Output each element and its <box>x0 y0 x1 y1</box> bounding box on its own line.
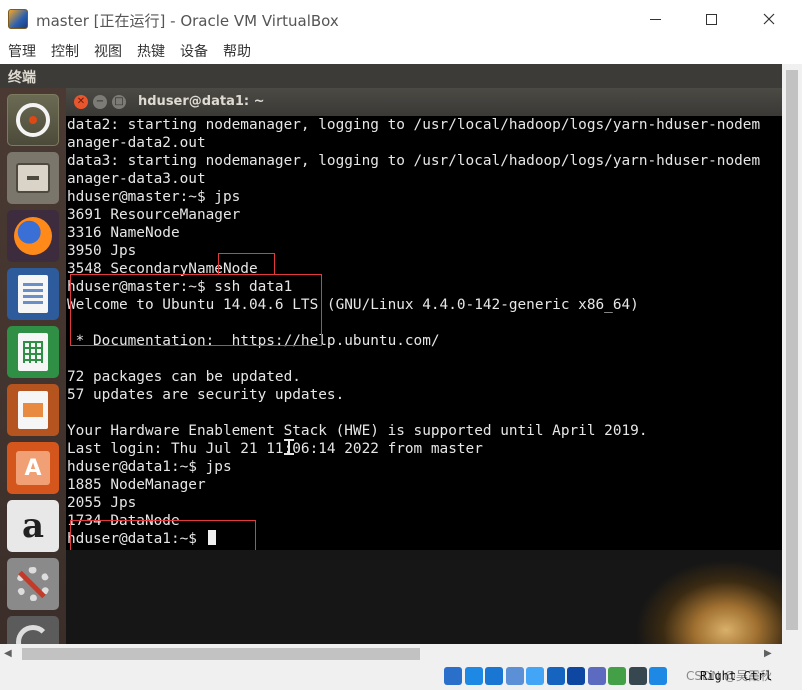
calc-spreadsheet-icon <box>18 333 48 371</box>
minimize-button[interactable] <box>632 4 678 34</box>
close-icon <box>763 13 775 25</box>
terminal-close-button[interactable]: ✕ <box>74 95 88 109</box>
terminal-line: hduser@data1:~$ jps <box>67 459 232 475</box>
status-bar: CSDN @吴霞秋 Right Ctrl <box>0 664 802 690</box>
optical-drive-icon[interactable] <box>464 667 483 685</box>
terminal-maximize-button[interactable]: □ <box>112 95 126 109</box>
mouse-ibeam-cursor-icon <box>284 438 294 456</box>
terminal-line: hduser@master:~$ jps <box>67 189 241 205</box>
launcher-system-settings[interactable] <box>7 558 59 610</box>
terminal-line: data2: starting nodemanager, logging to … <box>67 117 761 133</box>
host-key-indicator[interactable]: Right Ctrl <box>700 669 772 683</box>
terminal-line: anager-data2.out <box>67 135 206 151</box>
terminal-line: hduser@master:~$ ssh data1 <box>67 279 293 295</box>
terminal-line: 3316 NameNode <box>67 225 180 241</box>
terminal-line: data3: starting nodemanager, logging to … <box>67 153 761 169</box>
terminal-line: 2055 Jps <box>67 495 137 511</box>
virtualization-icon[interactable] <box>608 667 626 685</box>
vertical-scrollbar[interactable] <box>782 64 802 644</box>
terminal-line: 1734 DataNode <box>67 513 180 529</box>
menu-item-help[interactable]: 帮助 <box>223 41 251 61</box>
ubuntu-logo-icon <box>16 103 50 137</box>
video-capture-icon[interactable] <box>587 667 606 685</box>
terminal-line: 72 packages can be updated. <box>67 369 301 385</box>
window-title: master [正在运行] - Oracle VM VirtualBox <box>36 12 339 30</box>
close-icon: ✕ <box>76 96 86 107</box>
hard-disk-icon[interactable] <box>444 667 462 685</box>
terminal-cursor <box>207 530 216 545</box>
menu-item-devices[interactable]: 设备 <box>180 41 208 61</box>
terminal-line: anager-data3.out <box>67 171 206 187</box>
shopping-bag-icon: A <box>16 451 50 485</box>
terminal-output[interactable]: data2: starting nodemanager, logging to … <box>66 116 782 550</box>
horizontal-scrollbar-thumb[interactable] <box>22 648 420 660</box>
usb-icon[interactable] <box>526 667 544 685</box>
launcher-calc[interactable] <box>7 326 59 378</box>
scroll-right-arrow-icon[interactable]: ▶ <box>764 648 772 659</box>
menu-item-control[interactable]: 控制 <box>51 41 79 61</box>
launcher-amazon[interactable]: a <box>7 500 59 552</box>
scroll-left-arrow-icon[interactable]: ◀ <box>4 648 12 659</box>
launcher-files[interactable] <box>7 152 59 204</box>
terminal-line: Welcome to Ubuntu 14.04.6 LTS (GNU/Linux… <box>67 297 639 313</box>
audio-icon[interactable] <box>485 667 503 685</box>
terminal-minimize-button[interactable]: − <box>93 95 107 109</box>
terminal-prompt: hduser@data1:~$ <box>67 531 206 547</box>
terminal-line: 57 updates are security updates. <box>67 387 345 403</box>
firefox-icon <box>14 217 52 255</box>
device-status-icons <box>444 667 670 685</box>
writer-document-icon <box>18 275 48 313</box>
keyboard-icon[interactable] <box>649 667 667 685</box>
update-arrow-icon <box>16 625 50 644</box>
launcher-writer[interactable] <box>7 268 59 320</box>
terminal-titlebar[interactable]: ✕ − □ hduser@data1: ~ <box>66 88 782 116</box>
wrench-gear-icon <box>16 567 50 601</box>
terminal-line: * Documentation: https://help.ubuntu.com… <box>67 333 440 349</box>
virtualbox-logo-icon <box>8 9 28 29</box>
terminal-line: 3950 Jps <box>67 243 137 259</box>
terminal-line: 1885 NodeManager <box>67 477 206 493</box>
menu-item-hotkey[interactable]: 热键 <box>137 41 165 61</box>
impress-presentation-icon <box>18 391 48 429</box>
launcher-firefox[interactable] <box>7 210 59 262</box>
maximize-icon <box>705 13 717 25</box>
close-button[interactable] <box>746 4 792 34</box>
vertical-scrollbar-thumb[interactable] <box>786 70 798 630</box>
launcher-impress[interactable] <box>7 384 59 436</box>
terminal-window[interactable]: ✕ − □ hduser@data1: ~ data2: starting no… <box>66 88 782 596</box>
terminal-line: 3691 ResourceManager <box>67 207 241 223</box>
terminal-line: Your Hardware Enablement Stack (HWE) is … <box>67 423 648 439</box>
host-menu-bar: 管理 控制 视图 热键 设备 帮助 <box>0 38 802 64</box>
amazon-logo-icon: a <box>21 506 45 546</box>
unity-launcher: A a <box>0 88 66 644</box>
minimize-icon <box>649 18 661 20</box>
menu-item-view[interactable]: 视图 <box>94 41 122 61</box>
launcher-dash-home[interactable] <box>7 94 59 146</box>
network-icon[interactable] <box>505 667 524 685</box>
host-titlebar: master [正在运行] - Oracle VM VirtualBox <box>0 0 802 38</box>
maximize-button[interactable] <box>688 4 734 34</box>
minimize-icon: − <box>95 96 105 107</box>
scroll-corner <box>782 644 802 664</box>
launcher-software-center[interactable]: A <box>7 442 59 494</box>
shared-folders-icon[interactable] <box>546 667 565 685</box>
active-app-label: 终端 <box>8 70 36 86</box>
terminal-line: Last login: Thu Jul 21 11:06:14 2022 fro… <box>67 441 483 457</box>
maximize-icon: □ <box>114 96 124 107</box>
guest-top-panel: 终端 <box>0 64 782 88</box>
launcher-software-updater[interactable] <box>7 616 59 644</box>
terminal-line: 3548 SecondaryNameNode <box>67 261 258 277</box>
display-icon[interactable] <box>567 667 585 685</box>
menu-item-manage[interactable]: 管理 <box>8 41 36 61</box>
guest-display[interactable]: 终端 A a ✕ − □ hduser@data1: ~ data2: star… <box>0 64 782 644</box>
mouse-integration-icon[interactable] <box>628 667 647 685</box>
file-cabinet-icon <box>16 163 50 193</box>
horizontal-scrollbar[interactable]: ◀ ▶ <box>0 644 782 664</box>
desktop-wallpaper <box>66 550 782 644</box>
terminal-title: hduser@data1: ~ <box>138 94 265 109</box>
terminal-prompt-line[interactable]: hduser@data1:~$ <box>67 530 782 548</box>
